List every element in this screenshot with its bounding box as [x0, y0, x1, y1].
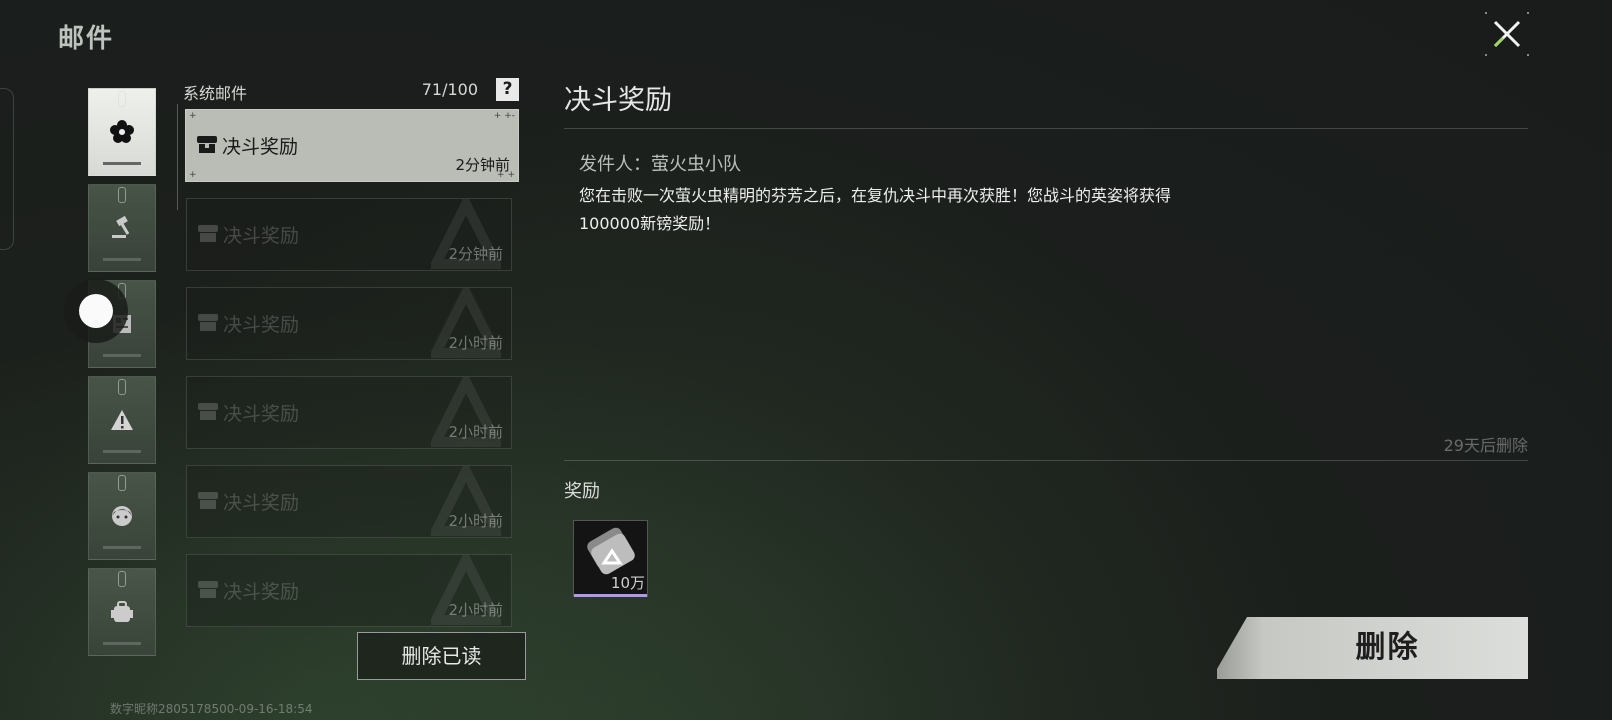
mail-list: + + +- + + + 决斗奖励 2分钟前 决斗奖励 2分钟前 决斗奖励 2小… — [185, 109, 520, 643]
mailbox-icon — [198, 581, 218, 598]
mail-detail-title: 决斗奖励 — [564, 85, 672, 116]
tag-stripe — [103, 642, 141, 645]
category-character[interactable] — [88, 472, 156, 560]
flower-icon — [110, 120, 134, 143]
hook-decoration — [118, 571, 126, 587]
tag-stripe — [103, 546, 141, 549]
mail-item-title: 决斗奖励 — [222, 136, 299, 158]
tag-stripe — [103, 450, 141, 453]
mail-body: 您在击败一次萤火虫精明的芬芳之后，在复仇决斗中再次获胜！您战斗的英姿将获得 10… — [579, 182, 1259, 238]
mail-body-line: 100000新镑奖励！ — [579, 214, 721, 233]
reward-quantity: 10万 — [610, 574, 645, 592]
category-duel[interactable] — [88, 184, 156, 272]
girl-face-icon — [112, 506, 132, 526]
category-system[interactable] — [88, 88, 156, 176]
mail-sender: 发件人：萤火虫小队 — [579, 154, 741, 175]
mail-item-time: 2小时前 — [448, 601, 503, 619]
mail-item-time: 2小时前 — [448, 423, 503, 441]
backpack-icon — [111, 601, 133, 622]
warning-icon — [111, 410, 133, 430]
category-item[interactable] — [88, 568, 156, 656]
expire-notice: 29天后删除 — [1443, 436, 1528, 455]
close-icon — [1485, 12, 1529, 56]
hook-decoration — [118, 91, 126, 107]
help-button[interactable]: ? — [496, 78, 519, 101]
divider — [564, 128, 1528, 129]
mailbox-icon — [197, 136, 217, 153]
hook-decoration — [118, 475, 126, 491]
hook-decoration — [118, 379, 126, 395]
currency-icon — [587, 527, 635, 575]
gavel-icon — [112, 215, 130, 238]
rarity-bar — [574, 594, 647, 597]
mail-item-time: 2分钟前 — [448, 245, 503, 263]
mail-item-title: 决斗奖励 — [223, 403, 300, 425]
delete-button[interactable]: 删除 — [1217, 617, 1528, 679]
mailbox-icon — [198, 314, 218, 331]
mailbox-icon — [198, 403, 218, 420]
mail-count: 71/100 — [421, 80, 478, 99]
delete-button-label: 删除 — [1355, 630, 1420, 665]
category-alert[interactable] — [88, 376, 156, 464]
mail-list-item[interactable]: 决斗奖励 2小时前 — [186, 554, 512, 627]
mail-item-title: 决斗奖励 — [223, 314, 300, 336]
category-tabs — [88, 88, 156, 664]
mailbox-icon — [198, 492, 218, 509]
mail-item-time: 2分钟前 — [455, 156, 510, 174]
mail-list-item[interactable]: 决斗奖励 2小时前 — [186, 465, 512, 538]
delete-read-button[interactable]: 删除已读 — [357, 632, 526, 680]
mail-list-item[interactable]: 决斗奖励 2小时前 — [186, 287, 512, 360]
mail-item-time: 2小时前 — [448, 512, 503, 530]
scroll-knob[interactable] — [64, 279, 128, 343]
mail-item-title: 决斗奖励 — [223, 581, 300, 603]
mailbox-icon — [198, 225, 218, 242]
mail-list-item[interactable]: 决斗奖励 2小时前 — [186, 376, 512, 449]
player-id-footer: 数字昵称2805178500-09-16-18:54 — [110, 702, 313, 716]
close-button[interactable] — [1483, 10, 1531, 58]
hook-decoration — [118, 187, 126, 203]
corner-mark: + — [189, 111, 197, 121]
mail-item-title: 决斗奖励 — [223, 492, 300, 514]
tag-stripe — [103, 258, 141, 261]
mail-list-item[interactable]: 决斗奖励 2分钟前 — [186, 198, 512, 271]
list-divider — [177, 104, 178, 210]
side-drawer-handle[interactable] — [0, 88, 14, 250]
mail-category-label: 系统邮件 — [183, 84, 248, 103]
mail-list-header: 系统邮件 71/100 ? — [183, 78, 519, 104]
page-title: 邮件 — [58, 24, 115, 54]
tag-stripe — [103, 354, 141, 357]
mail-item-time: 2小时前 — [448, 334, 503, 352]
corner-mark: + +- — [493, 111, 515, 121]
tag-stripe — [103, 162, 141, 165]
corner-mark: + — [189, 170, 197, 180]
mail-body-line: 您在击败一次萤火虫精明的芬芳之后，在复仇决斗中再次获胜！您战斗的英姿将获得 — [579, 186, 1172, 205]
reward-label: 奖励 — [564, 481, 600, 502]
reward-item[interactable]: 10万 — [573, 520, 648, 597]
divider — [564, 460, 1528, 461]
mail-item-title: 决斗奖励 — [223, 225, 300, 247]
mail-list-item[interactable]: + + +- + + + 决斗奖励 2分钟前 — [185, 109, 519, 182]
